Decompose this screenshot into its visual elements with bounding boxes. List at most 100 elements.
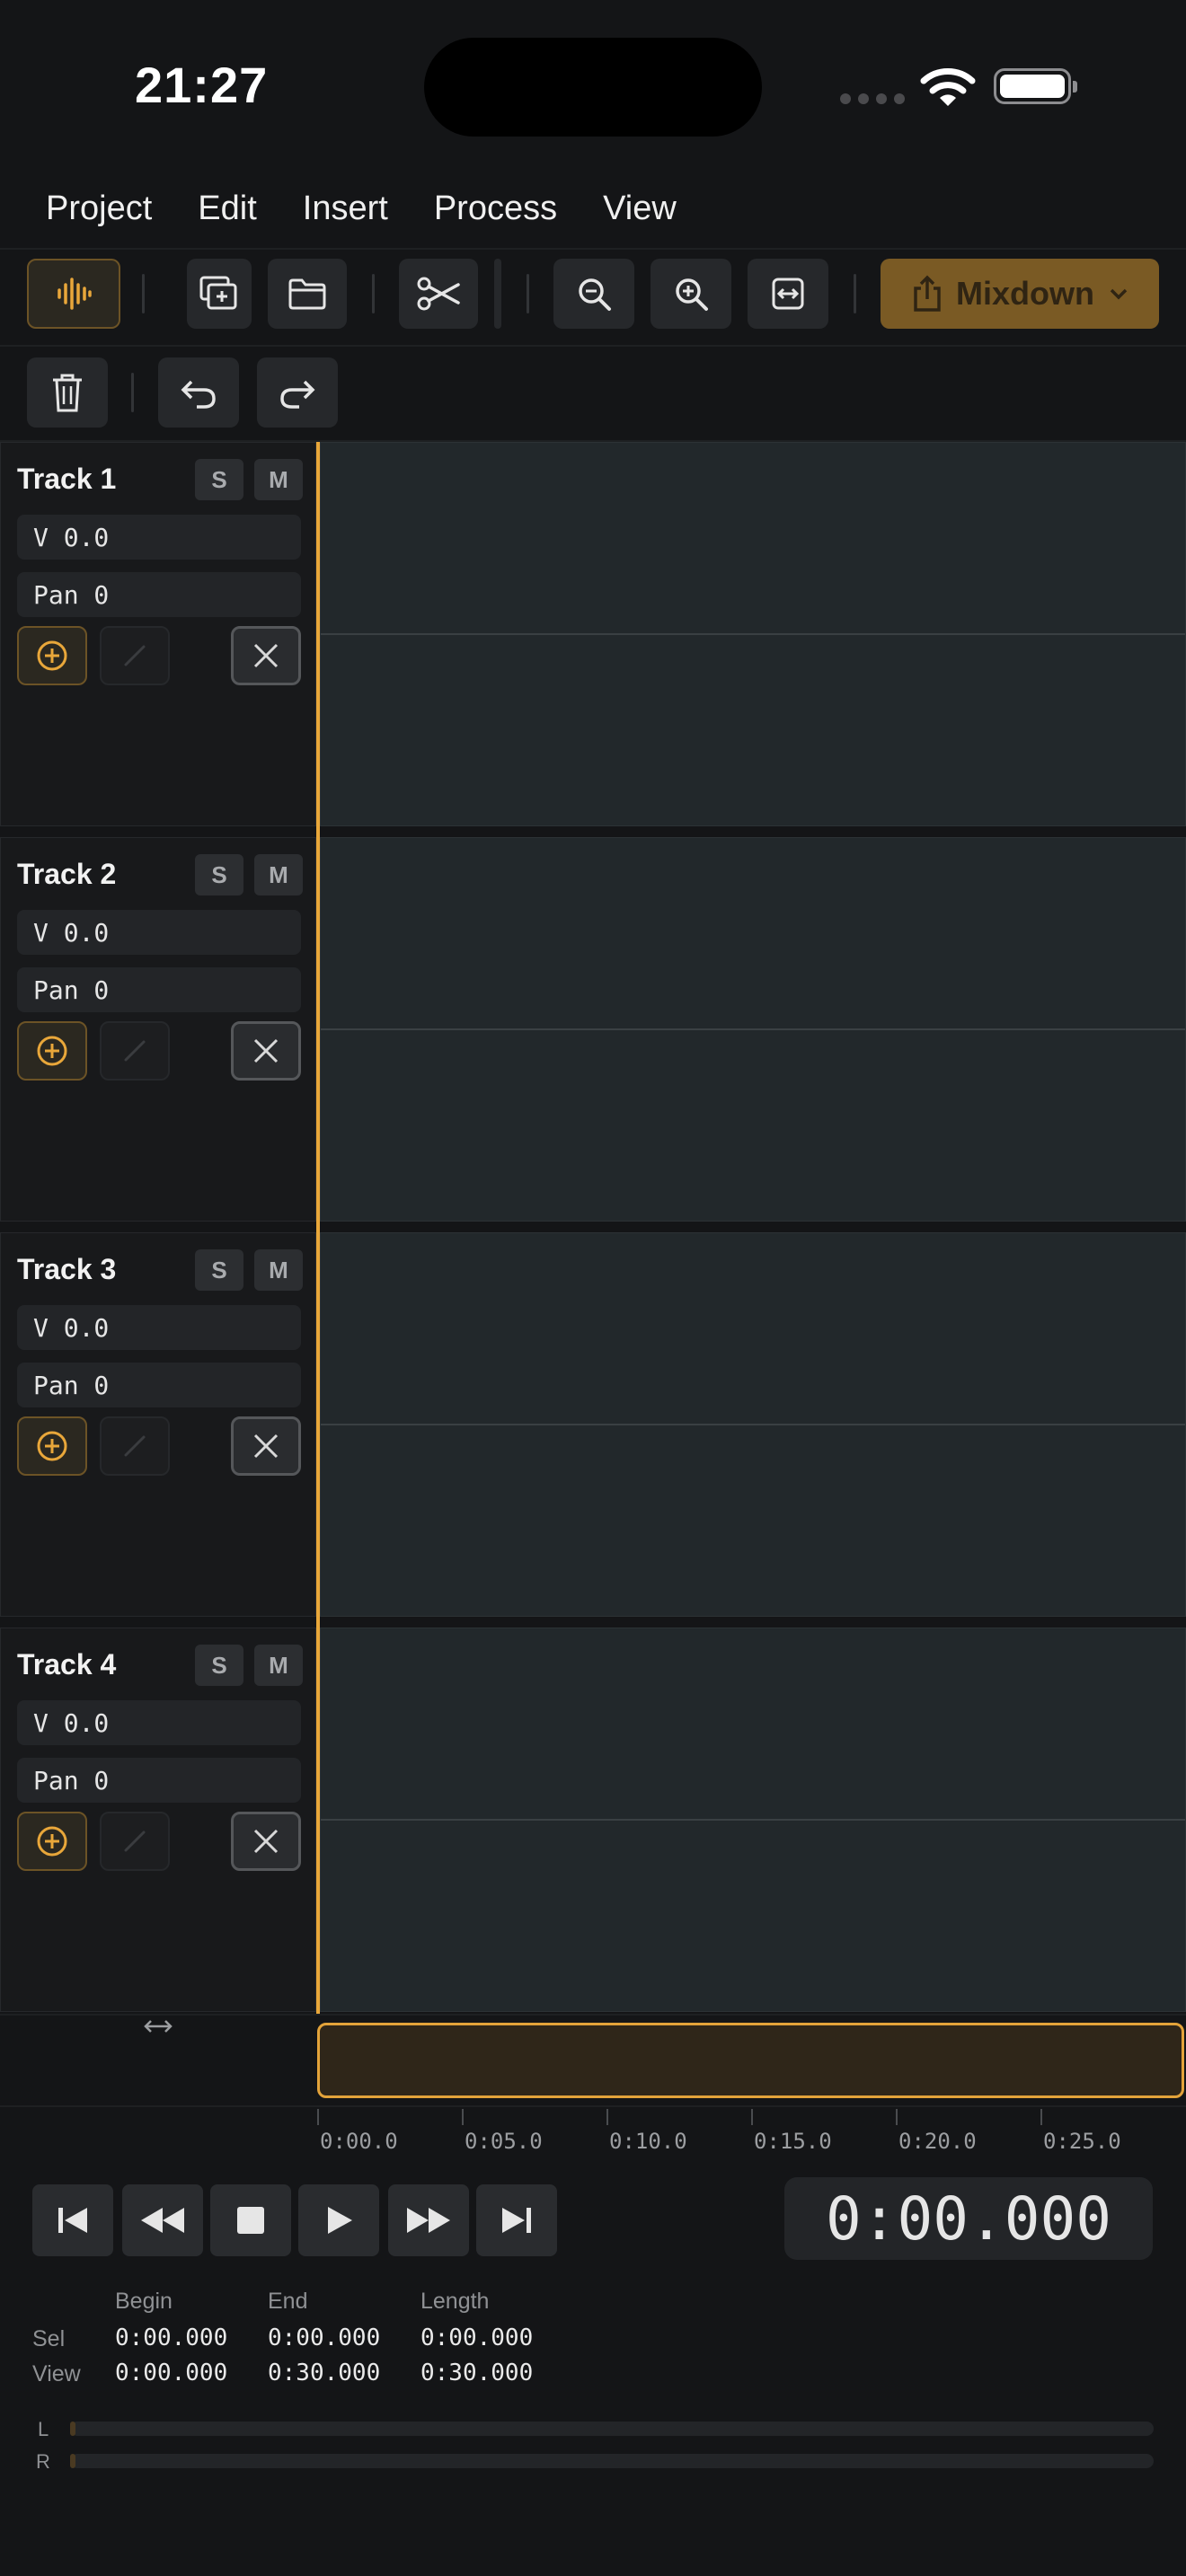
track-name[interactable]: Track 3 [17,1253,116,1286]
edit-track-button[interactable] [100,1416,170,1476]
track-lane[interactable] [320,442,1186,826]
sel-end-value[interactable]: 0:00.000 [268,2325,380,2351]
view-end-value[interactable]: 0:30.000 [268,2360,380,2386]
remove-track-button[interactable] [231,1021,301,1081]
open-folder-button[interactable] [268,259,347,329]
zoom-out-button[interactable] [553,259,634,329]
volume-field[interactable]: V 0.0 [17,1305,301,1350]
track-name[interactable]: Track 4 [17,1648,116,1681]
add-track-button[interactable] [17,1416,87,1476]
split-button[interactable] [399,259,478,329]
divider [0,345,1186,347]
meter-right [70,2454,1154,2468]
sel-length-value[interactable]: 0:00.000 [420,2325,533,2351]
skip-to-start-button[interactable] [32,2184,113,2256]
timeline-tick [317,2109,319,2125]
add-track-button[interactable] [17,1812,87,1871]
edit-track-button[interactable] [100,1021,170,1081]
edit-track-button[interactable] [100,1812,170,1871]
row-label: View [32,2361,81,2386]
meter-left-level [70,2422,75,2436]
mute-button[interactable]: M [254,854,303,895]
play-button[interactable] [298,2184,379,2256]
track-name[interactable]: Track 2 [17,858,116,891]
mute-button[interactable]: M [254,459,303,500]
waveform-mode-button[interactable] [27,259,120,329]
meter-right-label: R [36,2450,50,2473]
solo-button[interactable]: S [195,1249,243,1291]
solo-button[interactable]: S [195,1645,243,1686]
menu-bar: Project Edit Insert Process View [0,176,1186,241]
mixdown-button[interactable]: Mixdown [881,259,1159,329]
pencil-icon [124,645,146,666]
volume-field[interactable]: V 0.0 [17,1700,301,1745]
view-length-value[interactable]: 0:30.000 [420,2360,533,2386]
remove-track-button[interactable] [231,1812,301,1871]
track-lane[interactable] [320,1232,1186,1617]
lane-channel-divider [321,633,1185,635]
timeline-label: 0:25.0 [1043,2129,1121,2154]
add-clip-button[interactable] [187,259,252,329]
skip-to-end-button[interactable] [476,2184,557,2256]
signal-dot [876,93,887,104]
track-header: Track 4 S M V 0.0 Pan 0 [0,1628,316,2012]
plus-circle-icon [37,1431,67,1461]
pan-field[interactable]: Pan 0 [17,1363,301,1407]
zoom-in-icon [676,278,708,311]
signal-icon [840,93,851,104]
menu-process[interactable]: Process [434,190,557,228]
timeline-label: 0:00.0 [320,2129,398,2154]
track-header: Track 2 S M V 0.0 Pan 0 [0,837,316,1222]
view-begin-value[interactable]: 0:00.000 [115,2360,227,2386]
fit-to-width-button[interactable] [748,259,828,329]
pencil-icon [124,1040,146,1062]
timeline-tick [751,2109,753,2125]
track-lane[interactable] [320,837,1186,1222]
track-lane[interactable] [320,1628,1186,2012]
add-track-button[interactable] [17,1021,87,1081]
delete-button[interactable] [27,357,108,428]
menu-view[interactable]: View [603,190,677,228]
fast-forward-button[interactable] [388,2184,469,2256]
toolbar-divider [854,274,856,313]
end-header: End [268,2289,308,2314]
solo-button[interactable]: S [195,854,243,895]
volume-field[interactable]: V 0.0 [17,515,301,560]
resize-horizontal-icon[interactable] [140,2014,176,2039]
rewind-button[interactable] [122,2184,203,2256]
track-name[interactable]: Track 1 [17,463,116,496]
volume-field[interactable]: V 0.0 [17,910,301,955]
dynamic-island [424,38,762,137]
timeline-label: 0:10.0 [609,2129,687,2154]
stop-button[interactable] [210,2184,291,2256]
scissors-icon [417,277,460,311]
mute-button[interactable]: M [254,1249,303,1291]
pan-field[interactable]: Pan 0 [17,572,301,617]
sel-begin-value[interactable]: 0:00.000 [115,2325,227,2351]
remove-track-button[interactable] [231,1416,301,1476]
zoom-in-button[interactable] [651,259,731,329]
menu-project[interactable]: Project [46,190,152,228]
toolbar-divider [527,274,529,313]
trash-icon [53,374,82,412]
overview-viewport[interactable] [317,2023,1184,2098]
playhead[interactable] [316,442,320,2014]
track-header: Track 1 S M V 0.0 Pan 0 [0,442,316,826]
mute-button[interactable]: M [254,1645,303,1686]
remove-track-button[interactable] [231,626,301,685]
solo-button[interactable]: S [195,459,243,500]
undo-button[interactable] [158,357,239,428]
pencil-icon [124,1435,146,1457]
menu-insert[interactable]: Insert [303,190,388,228]
menu-edit[interactable]: Edit [198,190,256,228]
redo-button[interactable] [257,357,338,428]
add-track-button[interactable] [17,626,87,685]
meter-left [70,2422,1154,2436]
play-icon [328,2207,352,2234]
close-icon [253,643,279,668]
lane-channel-divider [321,1028,1185,1030]
pan-field[interactable]: Pan 0 [17,1758,301,1803]
edit-track-button[interactable] [100,626,170,685]
pan-field[interactable]: Pan 0 [17,967,301,1012]
timeline-label: 0:05.0 [465,2129,543,2154]
